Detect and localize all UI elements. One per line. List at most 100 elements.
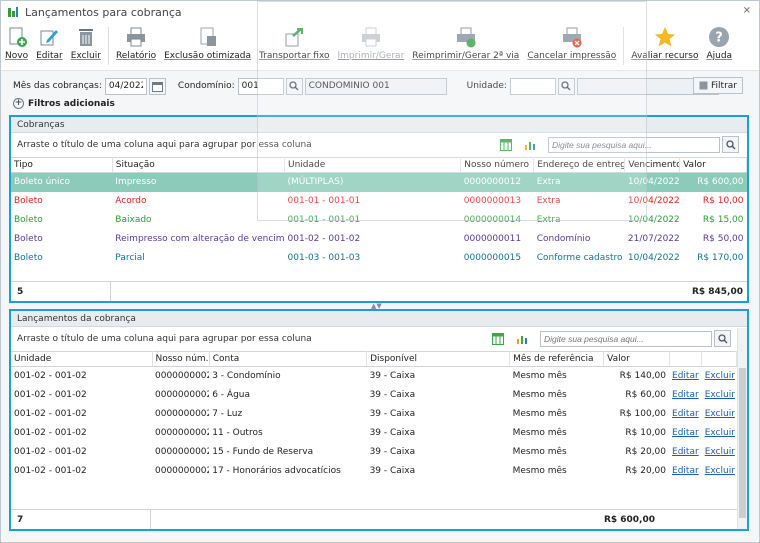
splitter-handle[interactable]: ▲▼: [371, 302, 391, 310]
col-header[interactable]: Conta: [209, 351, 368, 367]
edit-link[interactable]: Editar: [672, 409, 699, 419]
delete-link[interactable]: Excluir: [705, 409, 735, 419]
table-row[interactable]: Boleto único Impresso (MÚLTIPLAS) 000000…: [11, 172, 747, 192]
col-header[interactable]: Nosso número: [460, 157, 535, 173]
delete-link[interactable]: Excluir: [705, 390, 735, 400]
col-header[interactable]: Vencimento: [624, 157, 681, 173]
filter-button-label: Filtrar: [711, 80, 737, 91]
table-row[interactable]: 001-02 - 001-02 0000000002 15 - Fundo de…: [11, 443, 737, 462]
filter-button[interactable]: Filtrar: [693, 77, 743, 94]
close-icon[interactable]: ⨯: [743, 5, 751, 16]
edit-link[interactable]: Editar: [672, 466, 699, 476]
cell: R$ 100,00: [619, 409, 667, 419]
col-header[interactable]: Endereço de entrega: [533, 157, 626, 173]
unit-field[interactable]: [509, 77, 556, 95]
table-row[interactable]: Boleto Acordo 001-01 - 001-01 0000000013…: [11, 192, 747, 211]
optimized-delete-label: Exclusão otimizada: [164, 51, 251, 61]
transport-icon: [285, 28, 304, 47]
help-label: Ajuda: [706, 51, 733, 61]
delete-link[interactable]: Excluir: [705, 447, 735, 457]
table-row[interactable]: 001-02 - 001-02 0000000002 6 - Água 39 -…: [11, 386, 737, 405]
search-button[interactable]: [722, 136, 739, 153]
calendar-button[interactable]: [148, 77, 166, 95]
cell: Mesmo mês: [512, 371, 567, 382]
table-row[interactable]: Boleto Baixado 001-01 - 001-01 000000001…: [11, 211, 747, 230]
print-generate-button[interactable]: Imprimir/Gerar: [334, 23, 409, 69]
report-button[interactable]: Relatório: [112, 23, 160, 69]
cancel-print-button[interactable]: Cancelar impressão: [523, 23, 620, 69]
edit-link[interactable]: Editar: [672, 390, 699, 400]
edit-button[interactable]: Editar: [32, 23, 67, 69]
cobrancas-panel: Cobranças Arraste o título de uma coluna…: [9, 115, 749, 303]
table-row[interactable]: 001-02 - 001-02 0000000002 17 - Honorári…: [11, 462, 737, 481]
search-button[interactable]: [714, 330, 731, 347]
cell: 001-02 - 001-02: [14, 390, 87, 400]
condo-search-button[interactable]: [285, 77, 303, 95]
condo-code-field[interactable]: [237, 77, 284, 95]
delete-link[interactable]: Excluir: [705, 371, 735, 381]
toolbar-divider: [107, 27, 109, 65]
cobrancas-title: Cobranças: [11, 117, 747, 133]
cell: Extra: [536, 215, 561, 225]
cell: Mesmo mês: [512, 390, 567, 400]
col-header[interactable]: Unidade: [284, 157, 462, 173]
month-label: Mês das cobranças:: [13, 81, 102, 91]
cell: 0000000015: [463, 253, 522, 263]
col-header[interactable]: Nosso núm...: [152, 351, 210, 367]
cell: R$ 50,00: [702, 234, 744, 244]
month-field[interactable]: [104, 77, 147, 95]
col-header[interactable]: Disponível: [366, 351, 511, 367]
chart-icon[interactable]: [524, 139, 536, 151]
table-row[interactable]: 001-02 - 001-02 0000000002 7 - Luz 39 - …: [11, 405, 737, 424]
cell: Boleto: [14, 253, 43, 263]
table-row[interactable]: 001-02 - 001-02 0000000002 11 - Outros 3…: [11, 424, 737, 443]
lancamentos-table: Unidade Nosso núm... Conta Disponível Mê…: [11, 351, 737, 481]
col-header[interactable]: Valor: [679, 157, 747, 173]
delete-button[interactable]: Excluir: [67, 23, 105, 69]
scrollbar-thumb[interactable]: [739, 368, 746, 518]
delete-link[interactable]: Excluir: [705, 428, 735, 438]
reprint-button[interactable]: Reimprimir/Gerar 2ª via: [408, 23, 523, 69]
col-header[interactable]: Mês de referência: [509, 351, 605, 367]
cell: 001-01 - 001-01: [287, 215, 361, 225]
col-header[interactable]: Tipo: [11, 157, 113, 173]
search-icon: [717, 333, 727, 343]
new-button[interactable]: Novo: [1, 23, 32, 69]
additional-filters-label: Filtros adicionais: [28, 98, 115, 109]
edit-link[interactable]: Editar: [672, 371, 699, 381]
cell: 10/04/2022: [624, 172, 680, 192]
trash-icon: [78, 29, 93, 46]
unit-search-button[interactable]: [557, 77, 575, 95]
transport-fixed-button[interactable]: Transportar fixo: [255, 23, 334, 69]
chart-icon[interactable]: [516, 333, 528, 345]
edit-link[interactable]: Editar: [672, 447, 699, 457]
help-button[interactable]: ? Ajuda: [702, 23, 736, 69]
col-header[interactable]: Unidade: [11, 351, 153, 367]
cell: Mesmo mês: [512, 428, 567, 438]
search-input[interactable]: [540, 330, 712, 347]
transport-fixed-label: Transportar fixo: [258, 51, 330, 61]
table-row[interactable]: Boleto Parcial 001-03 - 001-03 000000001…: [11, 249, 747, 268]
edit-button-label: Editar: [36, 51, 63, 61]
col-header[interactable]: Situação: [112, 157, 286, 173]
edit-link[interactable]: Editar: [672, 428, 699, 438]
calendar-icon: [151, 81, 163, 92]
toolbar-divider: [623, 27, 625, 65]
cell: 001-02 - 001-02: [287, 234, 361, 244]
vertical-scrollbar[interactable]: [737, 328, 747, 529]
window-title: Lançamentos para cobrança: [25, 5, 182, 19]
columns-icon[interactable]: [492, 332, 504, 345]
table-row[interactable]: Boleto Reimpresso com alteração de venci…: [11, 230, 747, 249]
additional-filters-toggle[interactable]: + Filtros adicionais: [13, 98, 115, 109]
cell: 001-03 - 001-03: [287, 253, 361, 263]
columns-icon[interactable]: [500, 138, 512, 151]
cell: R$ 60,00: [625, 390, 667, 400]
search-input[interactable]: [548, 136, 720, 153]
printer-icon: [127, 27, 146, 47]
col-header[interactable]: Valor: [603, 351, 670, 367]
delete-link[interactable]: Excluir: [705, 466, 735, 476]
rate-feature-button[interactable]: Avaliar recurso: [627, 23, 702, 69]
table-row[interactable]: 001-02 - 001-02 0000000002 3 - Condomíni…: [11, 367, 737, 386]
optimized-delete-button[interactable]: Exclusão otimizada: [160, 23, 255, 69]
cell: 0000000002: [155, 409, 210, 419]
